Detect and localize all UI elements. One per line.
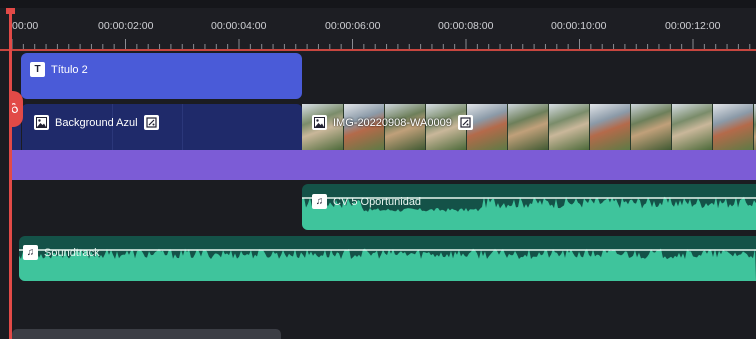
waveform-shape bbox=[19, 248, 756, 281]
background-clip-label: Background Azul bbox=[55, 116, 138, 129]
playhead[interactable] bbox=[9, 8, 12, 339]
audio-clip[interactable]: ♫ CV 5 Oportunidad bbox=[302, 184, 756, 230]
text-icon: T bbox=[30, 62, 45, 77]
music-icon: ♫ bbox=[312, 194, 327, 209]
ruler-time-3: 00:00:06:00 bbox=[325, 20, 381, 32]
thumbnail-frame bbox=[712, 104, 754, 150]
background-clip-header: Background Azul bbox=[34, 115, 159, 130]
thumbnail-frame bbox=[671, 104, 713, 150]
title-clip-header: T Título 2 bbox=[30, 62, 88, 77]
audio-clip-header: ♫ CV 5 Oportunidad bbox=[312, 194, 421, 209]
thumbnail-frame bbox=[507, 104, 549, 150]
ruler-time-0: 00:00 bbox=[12, 20, 39, 32]
soundtrack-clip[interactable]: ♫ Soundtrack bbox=[19, 236, 756, 281]
soundtrack-waveform bbox=[19, 248, 756, 281]
composite-track-bar[interactable] bbox=[11, 150, 756, 180]
image-clip[interactable]: IMG-20220908-WA0009 bbox=[302, 104, 756, 150]
thumbnail-frame bbox=[630, 104, 672, 150]
segment-divider bbox=[182, 104, 183, 150]
audio-clip-label: CV 5 Oportunidad bbox=[333, 195, 422, 208]
title-clip[interactable]: T Título 2 bbox=[21, 53, 302, 99]
timeline-ruler[interactable]: 00:00 00:00:02:00 00:00:04:00 00:00:06:0… bbox=[0, 8, 756, 52]
ruler-ticks bbox=[11, 39, 751, 49]
horizontal-scrollbar[interactable] bbox=[12, 329, 281, 339]
ruler-range-line bbox=[0, 49, 756, 51]
image-clip-label: IMG-20220908-WA0009 bbox=[333, 116, 452, 129]
effect-badge-icon[interactable] bbox=[457, 115, 473, 130]
image-clip-header: IMG-20220908-WA0009 bbox=[312, 115, 473, 130]
soundtrack-clip-header: ♫ Soundtrack bbox=[23, 245, 100, 260]
image-icon bbox=[34, 115, 49, 130]
top-border bbox=[0, 0, 756, 8]
ruler-time-4: 00:00:08:00 bbox=[438, 20, 494, 32]
music-icon: ♫ bbox=[23, 245, 38, 260]
title-clip-label: Título 2 bbox=[51, 63, 88, 76]
ruler-time-5: 00:00:10:00 bbox=[551, 20, 607, 32]
playhead-cap[interactable] bbox=[6, 8, 15, 14]
ruler-time-2: 00:00:04:00 bbox=[211, 20, 267, 32]
thumbnail-frame bbox=[589, 104, 631, 150]
thumbnail-frame bbox=[548, 104, 590, 150]
image-icon bbox=[312, 115, 327, 130]
effect-badge-icon[interactable] bbox=[143, 115, 159, 130]
soundtrack-clip-label: Soundtrack bbox=[44, 246, 100, 259]
ruler-time-1: 00:00:02:00 bbox=[98, 20, 154, 32]
ruler-time-6: 00:00:12:00 bbox=[665, 20, 721, 32]
